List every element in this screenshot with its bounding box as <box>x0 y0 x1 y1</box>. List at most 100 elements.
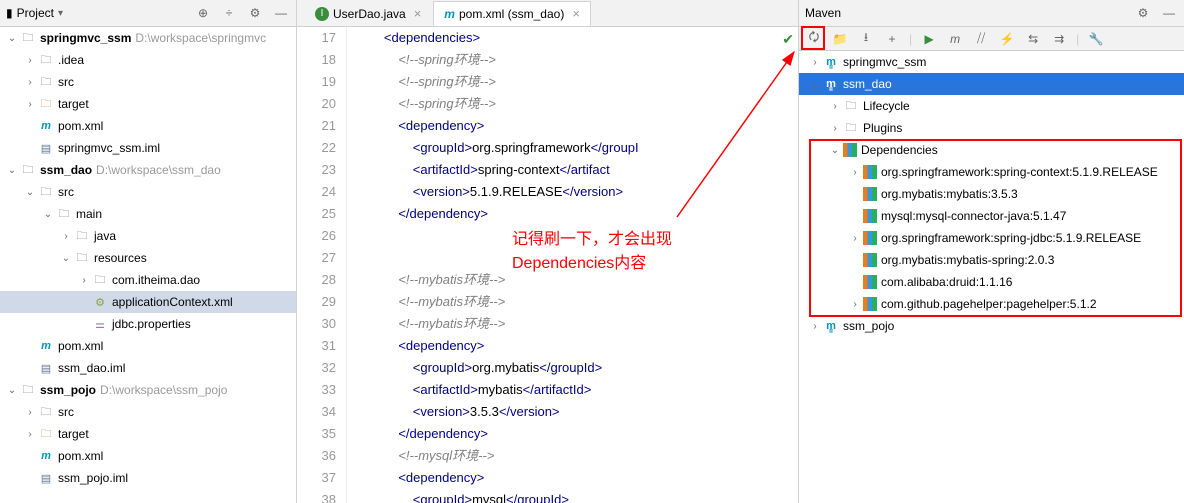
project-tree-item[interactable]: ›🗀.idea <box>0 49 296 71</box>
maven-tree-item[interactable]: com.alibaba:druid:1.1.16 <box>799 271 1184 293</box>
folder-icon: 🗀 <box>38 184 54 200</box>
maven-tree-item[interactable]: ›com.github.pagehelper:pagehelper:5.1.2 <box>799 293 1184 315</box>
maven-tree-item[interactable]: ⌄m̳ssm_dao <box>799 73 1184 95</box>
project-tree-item[interactable]: ›🗀src <box>0 71 296 93</box>
select-opened-file-icon[interactable]: ⊕ <box>194 4 212 22</box>
maven-tree-item[interactable]: ›m̳springmvc_ssm <box>799 51 1184 73</box>
close-icon[interactable]: × <box>414 6 422 21</box>
tree-item-label: pom.xml <box>58 119 103 133</box>
chevron-icon[interactable]: ⌄ <box>4 385 20 396</box>
chevron-icon[interactable]: › <box>847 233 863 244</box>
project-tree-item[interactable]: ›🗀target <box>0 93 296 115</box>
editor-tabs: IUserDao.java×mpom.xml (ssm_dao)× <box>297 0 798 27</box>
m-icon[interactable]: m <box>946 30 964 48</box>
chevron-icon[interactable]: › <box>827 123 843 134</box>
chevron-icon[interactable]: › <box>827 101 843 112</box>
gear-icon[interactable]: ⚙ <box>1134 4 1152 22</box>
refresh-icon[interactable]: 🗘 <box>805 30 823 48</box>
maven-tree-item[interactable]: ⌄Dependencies <box>799 139 1184 161</box>
tree-item-label: springmvc_ssm.iml <box>58 141 160 155</box>
run-icon[interactable]: ▶ <box>920 30 938 48</box>
download-icon[interactable]: ⭳ <box>857 30 875 48</box>
maven-tree-item[interactable]: ›🗀Lifecycle <box>799 95 1184 117</box>
editor-tab[interactable]: IUserDao.java× <box>305 1 431 26</box>
project-tree-item[interactable]: ⌄🗀main <box>0 203 296 225</box>
project-tree-item[interactable]: ▤ssm_pojo.iml <box>0 467 296 489</box>
maven-tree-item[interactable]: org.mybatis:mybatis-spring:2.0.3 <box>799 249 1184 271</box>
close-icon[interactable]: × <box>572 6 580 21</box>
offline-icon[interactable]: ⚡ <box>998 30 1016 48</box>
chevron-icon[interactable]: ⌄ <box>4 165 20 176</box>
project-tree-item[interactable]: ⌄🗀ssm_pojoD:\workspace\ssm_pojo <box>0 379 296 401</box>
project-tree-item[interactable]: ›🗀java <box>0 225 296 247</box>
chevron-icon[interactable]: ⌄ <box>22 187 38 198</box>
project-tree-item[interactable]: mpom.xml <box>0 445 296 467</box>
code-content[interactable]: <dependencies> <!--spring环境--> <!--sprin… <box>347 27 798 503</box>
project-tree-item[interactable]: mpom.xml <box>0 335 296 357</box>
folder-icon: 🗀 <box>38 96 54 112</box>
project-tree-item[interactable]: ›🗀com.itheima.dao <box>0 269 296 291</box>
folder-icon: 🗀 <box>843 98 859 114</box>
chevron-icon[interactable]: › <box>22 407 38 418</box>
library-icon <box>863 187 877 201</box>
maven-item-label: Plugins <box>863 121 902 135</box>
library-icon <box>863 231 877 245</box>
plus-icon[interactable]: + <box>883 30 901 48</box>
chevron-icon[interactable]: › <box>847 167 863 178</box>
chevron-icon[interactable]: › <box>22 55 38 66</box>
expand-all-icon[interactable]: ÷ <box>220 4 238 22</box>
tree-item-label: com.itheima.dao <box>112 273 200 287</box>
chevron-icon[interactable]: › <box>22 429 38 440</box>
maven-tree-item[interactable]: ›m̳ssm_pojo <box>799 315 1184 337</box>
show-deps-icon[interactable]: ⇉ <box>1050 30 1068 48</box>
gear-icon[interactable]: ⚙ <box>246 4 264 22</box>
project-tree-item[interactable]: ⚙applicationContext.xml <box>0 291 296 313</box>
project-tree-item[interactable]: ⌄🗀resources <box>0 247 296 269</box>
chevron-icon[interactable]: › <box>22 77 38 88</box>
chevron-icon[interactable]: ⌄ <box>40 209 56 220</box>
chevron-icon[interactable]: › <box>58 231 74 242</box>
chevron-icon[interactable]: ⌄ <box>827 145 843 156</box>
chevron-icon[interactable]: ⌄ <box>807 79 823 90</box>
chevron-icon[interactable]: ⌄ <box>58 253 74 264</box>
chevron-icon[interactable]: › <box>847 299 863 310</box>
tree-item-path: D:\workspace\springmvc <box>135 31 266 45</box>
project-tree-item[interactable]: ⌄🗀ssm_daoD:\workspace\ssm_dao <box>0 159 296 181</box>
maven-tree-item[interactable]: ›🗀Plugins <box>799 117 1184 139</box>
project-tree-item[interactable]: ⌄🗀springmvc_ssmD:\workspace\springmvc <box>0 27 296 49</box>
toggle-icon[interactable]: ⧸⧸ <box>972 30 990 48</box>
project-tree-item[interactable]: ⌄🗀src <box>0 181 296 203</box>
tab-label: UserDao.java <box>333 7 406 21</box>
collapse-icon[interactable]: ⇆ <box>1024 30 1042 48</box>
project-tree-item[interactable]: ›🗀target <box>0 423 296 445</box>
add-maven-icon[interactable]: 📁 <box>831 30 849 48</box>
project-tree-item[interactable]: ›🗀src <box>0 401 296 423</box>
project-tree[interactable]: ⌄🗀springmvc_ssmD:\workspace\springmvc›🗀.… <box>0 27 296 503</box>
maven-tree-item[interactable]: org.mybatis:mybatis:3.5.3 <box>799 183 1184 205</box>
project-tree-item[interactable]: ▤ssm_dao.iml <box>0 357 296 379</box>
hide-icon[interactable]: — <box>272 4 290 22</box>
tree-item-label: resources <box>94 251 147 265</box>
tree-item-label: ssm_pojo.iml <box>58 471 128 485</box>
hide-icon[interactable]: — <box>1160 4 1178 22</box>
chevron-icon[interactable]: › <box>22 99 38 110</box>
maven-item-label: ssm_pojo <box>843 319 894 333</box>
library-icon <box>863 209 877 223</box>
chevron-icon[interactable]: › <box>807 321 823 332</box>
validation-check-icon: ✔ <box>782 31 794 48</box>
maven-item-label: org.mybatis:mybatis-spring:2.0.3 <box>881 253 1054 267</box>
maven-tree-item[interactable]: ›org.springframework:spring-jdbc:5.1.9.R… <box>799 227 1184 249</box>
editor-tab[interactable]: mpom.xml (ssm_dao)× <box>433 1 591 26</box>
chevron-icon[interactable]: ⌄ <box>4 33 20 44</box>
project-tree-item[interactable]: ⚌jdbc.properties <box>0 313 296 335</box>
maven-tree-item[interactable]: ›org.springframework:spring-context:5.1.… <box>799 161 1184 183</box>
maven-tree[interactable]: ›m̳springmvc_ssm⌄m̳ssm_dao›🗀Lifecycle›🗀P… <box>799 51 1184 503</box>
project-tree-item[interactable]: mpom.xml <box>0 115 296 137</box>
library-icon <box>863 253 877 267</box>
chevron-icon[interactable]: › <box>76 275 92 286</box>
chevron-icon[interactable]: › <box>807 57 823 68</box>
project-tree-item[interactable]: ▤springmvc_ssm.iml <box>0 137 296 159</box>
wrench-icon[interactable]: 🔧 <box>1087 30 1105 48</box>
maven-tree-item[interactable]: mysql:mysql-connector-java:5.1.47 <box>799 205 1184 227</box>
tree-item-label: ssm_pojo <box>40 383 96 397</box>
